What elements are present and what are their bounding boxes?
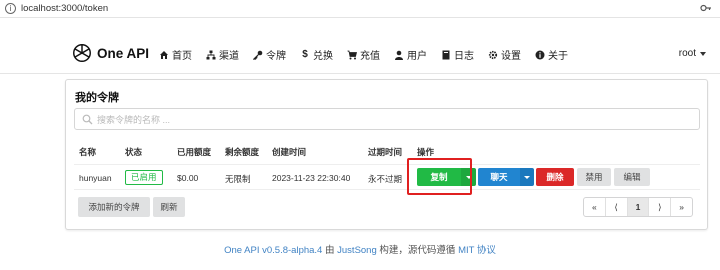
expire-time: 永不过期 <box>368 174 403 184</box>
key-icon <box>253 50 263 60</box>
search-box[interactable] <box>74 108 700 130</box>
page-title: 我的令牌 <box>75 92 119 104</box>
pagination: « ⟨ 1 ⟩ » <box>583 197 693 217</box>
info-icon <box>535 50 545 59</box>
info-icon[interactable]: i <box>5 3 16 14</box>
column-header-remaining[interactable]: 剩余额度 <box>225 146 259 158</box>
browser-address-bar[interactable]: i localhost:3000/token <box>0 0 720 18</box>
url-text[interactable]: localhost:3000/token <box>21 3 108 14</box>
nav-item-channels[interactable]: 渠道 <box>206 47 239 62</box>
nav-item-label: 用户 <box>407 51 427 62</box>
add-token-button[interactable]: 添加新的令牌 <box>78 197 150 217</box>
page-first-button[interactable]: « <box>584 198 606 216</box>
key-icon[interactable] <box>700 2 712 14</box>
nav-item-about[interactable]: 关于 <box>535 47 568 62</box>
nav-item-label: 充值 <box>360 51 380 62</box>
column-header-actions: 操作 <box>417 147 435 157</box>
nav-item-tokens[interactable]: 令牌 <box>253 47 286 62</box>
column-header-name[interactable]: 名称 <box>79 146 96 158</box>
created-time: 2023-11-23 22:30:40 <box>272 173 351 183</box>
chevron-down-icon <box>700 51 706 56</box>
license-link[interactable]: MIT 协议 <box>458 245 496 256</box>
column-header-expires[interactable]: 过期时间 <box>368 146 402 158</box>
column-header-status[interactable]: 状态 <box>125 146 142 158</box>
page-next-button[interactable]: ⟩ <box>649 198 672 216</box>
dollar-icon: $ <box>302 48 308 60</box>
table-row: hunyuan 已启用 $0.00 无限制 2023-11-23 22:30:4… <box>74 164 700 190</box>
annotation-highlight-box <box>407 158 472 195</box>
openai-logo-icon[interactable] <box>71 42 93 64</box>
page-prev-button[interactable]: ⟨ <box>606 198 628 216</box>
table-header: 名称 状态 已用额度 剩余额度 创建时间 过期时间 操作 <box>74 143 700 163</box>
nav-item-label: 渠道 <box>219 51 239 62</box>
search-icon <box>82 114 93 125</box>
token-name: hunyuan <box>79 173 112 183</box>
nav-item-label: 设置 <box>501 51 521 62</box>
remaining-quota: 无限制 <box>225 174 251 184</box>
author-link[interactable]: JustSong <box>337 245 377 256</box>
footer: One API v0.5.8-alpha.4 由 JustSong 构建，源代码… <box>0 242 720 256</box>
nav-item-label: 兑换 <box>313 51 333 62</box>
status-badge: 已启用 <box>125 170 163 185</box>
column-header-used[interactable]: 已用额度 <box>177 146 211 158</box>
tokens-card: 我的令牌 名称 状态 已用额度 剩余额度 创建时间 过期时间 操作 hunyua… <box>65 79 708 230</box>
page-last-button[interactable]: » <box>671 198 692 216</box>
delete-button[interactable]: 删除 <box>536 168 574 186</box>
home-icon <box>160 50 168 59</box>
nav-item-settings[interactable]: 设置 <box>488 47 521 62</box>
sitemap-icon <box>206 50 216 59</box>
nav-item-topup[interactable]: 充值 <box>347 47 380 62</box>
user-icon <box>395 50 403 60</box>
book-icon <box>442 50 450 59</box>
version-link[interactable]: One API v0.5.8-alpha.4 <box>224 245 322 256</box>
nav-item-label: 日志 <box>454 51 474 62</box>
footer-mid-text: 构建，源代码遵循 <box>379 245 456 256</box>
chat-dropdown-button[interactable] <box>520 168 534 186</box>
chevron-down-icon <box>524 176 530 180</box>
nav-item-home[interactable]: 首页 <box>159 47 192 62</box>
page-current-button[interactable]: 1 <box>627 198 650 216</box>
user-name: root <box>678 48 696 59</box>
footer-by-text: 由 <box>324 245 335 256</box>
edit-button[interactable]: 编辑 <box>614 168 650 186</box>
nav-item-logs[interactable]: 日志 <box>441 47 474 62</box>
nav-item-label: 首页 <box>172 51 192 62</box>
used-quota: $0.00 <box>177 173 199 183</box>
search-input[interactable] <box>97 112 687 127</box>
cart-icon <box>347 50 357 59</box>
disable-button[interactable]: 禁用 <box>577 168 611 186</box>
chat-button[interactable]: 聊天 <box>478 168 520 186</box>
refresh-button[interactable]: 刷新 <box>153 197 185 217</box>
nav-item-users[interactable]: 用户 <box>394 47 427 62</box>
column-header-created[interactable]: 创建时间 <box>272 146 306 158</box>
nav-item-label: 令牌 <box>266 51 286 62</box>
nav-item-label: 关于 <box>548 51 568 62</box>
brand-name[interactable]: One API <box>97 46 149 61</box>
gear-icon <box>488 50 498 59</box>
main-menu: 首页 渠道 令牌 $ 兑换 充值 用户 日志 设置 关于 <box>159 47 582 62</box>
user-menu[interactable]: root <box>679 48 706 59</box>
top-nav: One API 首页 渠道 令牌 $ 兑换 充值 用户 日志 设置 关于 roo… <box>0 34 720 74</box>
nav-item-redeem[interactable]: $ 兑换 <box>300 47 333 62</box>
